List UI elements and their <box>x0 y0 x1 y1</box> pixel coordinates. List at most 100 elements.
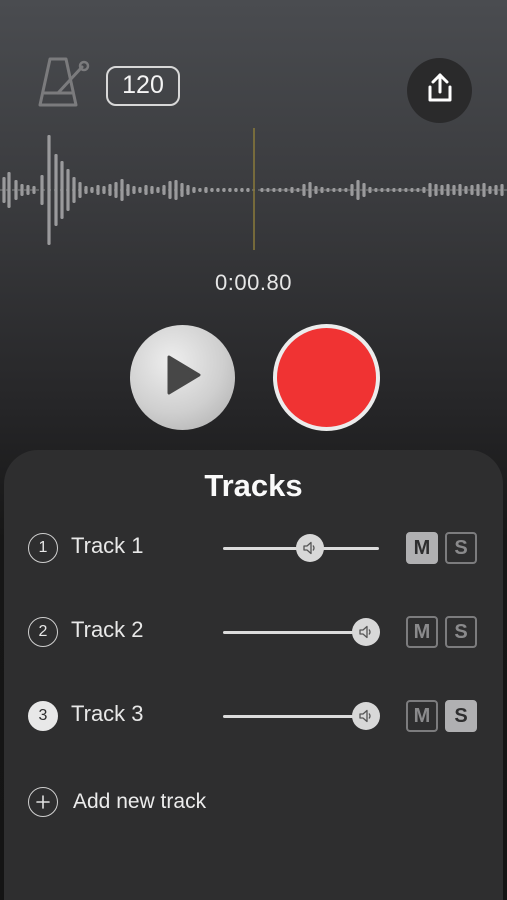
waveform-bar <box>428 183 432 197</box>
waveform-bar <box>308 182 312 198</box>
waveform-bar <box>368 187 372 193</box>
waveform-bar <box>374 188 378 192</box>
volume-knob[interactable] <box>296 534 324 562</box>
speaker-icon <box>303 541 315 555</box>
waveform-bar <box>290 187 294 193</box>
waveform-bar <box>2 177 6 203</box>
waveform-bar <box>344 188 348 192</box>
waveform-bar <box>482 183 486 197</box>
add-track-label: Add new track <box>73 790 207 813</box>
play-button[interactable] <box>130 325 235 430</box>
volume-knob[interactable] <box>352 618 380 646</box>
track-row[interactable]: 2 Track 2 M S <box>4 612 503 652</box>
waveform-bar <box>186 185 190 195</box>
waveform-bar <box>96 185 100 195</box>
track-number[interactable]: 2 <box>28 617 58 647</box>
volume-knob[interactable] <box>352 702 380 730</box>
share-button[interactable] <box>407 58 472 123</box>
waveform-bar <box>222 188 226 192</box>
track-name[interactable]: Track 1 <box>71 533 144 559</box>
mute-button[interactable]: M <box>406 616 438 648</box>
mute-button[interactable]: M <box>406 532 438 564</box>
waveform-bar <box>180 183 184 197</box>
track-row[interactable]: 1 Track 1 M S <box>4 528 503 568</box>
waveform-bar <box>120 179 124 201</box>
waveform-bar <box>278 188 282 192</box>
waveform-bar <box>392 188 396 192</box>
solo-button[interactable]: S <box>445 532 477 564</box>
speaker-icon <box>359 709 371 723</box>
waveform-bar <box>26 185 30 195</box>
waveform-bar <box>404 188 408 192</box>
waveform-bar <box>476 184 480 196</box>
waveform-bar <box>174 180 178 200</box>
waveform-bar <box>138 187 142 193</box>
waveform-bar <box>320 187 324 193</box>
mute-button[interactable]: M <box>406 700 438 732</box>
waveform-bar <box>156 187 160 193</box>
app-screen: 120 0:00.80 Tracks 1 Track 1 M S 2 Track… <box>0 0 507 900</box>
track-row[interactable]: 3 Track 3 M S <box>4 696 503 736</box>
waveform-bar <box>446 184 450 196</box>
track-number[interactable]: 1 <box>28 533 58 563</box>
waveform-bar <box>32 186 36 194</box>
waveform-bar <box>470 185 474 195</box>
waveform-bar <box>90 187 94 193</box>
waveform-bar <box>234 188 238 192</box>
waveform-bar <box>54 154 58 226</box>
waveform-bar <box>362 183 366 197</box>
waveform-bar <box>126 184 130 196</box>
track-name[interactable]: Track 2 <box>71 617 144 643</box>
waveform-bar <box>380 188 384 192</box>
waveform-bar <box>114 182 118 198</box>
waveform-bar <box>150 186 154 194</box>
waveform-bar <box>260 188 264 192</box>
waveform-bar <box>272 188 276 192</box>
waveform-bar <box>296 188 300 192</box>
waveform-bar <box>72 177 76 203</box>
waveform-bar <box>60 161 64 219</box>
waveform-bar <box>266 188 270 192</box>
waveform-bar <box>488 186 492 194</box>
playback-time: 0:00.80 <box>215 270 292 295</box>
waveform-bar <box>216 188 220 192</box>
waveform-bar <box>168 181 172 199</box>
waveform-bar <box>14 180 18 200</box>
waveform-bar <box>500 184 504 196</box>
solo-button[interactable]: S <box>445 700 477 732</box>
waveform-bar <box>132 186 136 194</box>
waveform-bar <box>144 185 148 195</box>
waveform-bar <box>40 175 44 205</box>
waveform-bar <box>410 188 414 192</box>
waveform-bar <box>198 188 202 192</box>
play-icon <box>163 353 203 402</box>
waveform-bar <box>440 185 444 195</box>
waveform-bar <box>452 185 456 195</box>
waveform-bar <box>314 186 318 194</box>
waveform[interactable] <box>0 125 507 255</box>
waveform-bar <box>102 186 106 194</box>
share-icon <box>424 72 456 109</box>
speaker-icon <box>359 625 371 639</box>
track-name[interactable]: Track 3 <box>71 701 144 727</box>
waveform-bar <box>47 135 51 245</box>
waveform-bar <box>326 188 330 192</box>
waveform-bar <box>422 187 426 193</box>
waveform-bar <box>332 188 336 192</box>
tempo-display[interactable]: 120 <box>106 66 180 106</box>
waveform-bar <box>302 184 306 196</box>
waveform-bar <box>494 185 498 195</box>
tracks-panel: Tracks 1 Track 1 M S 2 Track 2 M S 3 Tra… <box>4 450 503 900</box>
waveform-bar <box>240 188 244 192</box>
track-number[interactable]: 3 <box>28 701 58 731</box>
waveform-bar <box>284 188 288 192</box>
waveform-bar <box>464 186 468 194</box>
solo-button[interactable]: S <box>445 616 477 648</box>
waveform-bar <box>458 184 462 196</box>
metronome-icon[interactable] <box>36 55 92 113</box>
waveform-bar <box>338 188 342 192</box>
record-button[interactable] <box>273 324 380 431</box>
waveform-bar <box>78 182 82 198</box>
waveform-bar <box>386 188 390 192</box>
waveform-bar <box>108 184 112 196</box>
